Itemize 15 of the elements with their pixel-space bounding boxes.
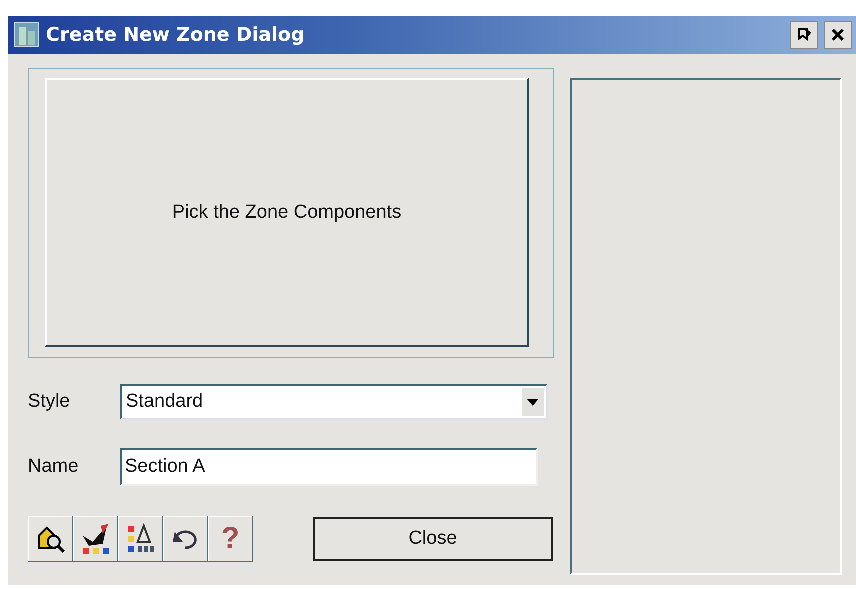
style-dropdown[interactable]: Standard xyxy=(120,384,548,420)
field-label: Style xyxy=(28,391,72,413)
pin-icon[interactable] xyxy=(790,21,818,49)
palette-icon[interactable] xyxy=(118,516,163,562)
pick-button[interactable]: Pick the Zone Components xyxy=(45,78,529,347)
name-field[interactable]: Section A xyxy=(120,448,538,486)
field-label: Name xyxy=(28,456,80,478)
building-icon xyxy=(14,22,40,48)
close-button[interactable]: Close xyxy=(313,517,553,561)
paintbrush-icon[interactable] xyxy=(73,516,118,562)
window-title: Create New Zone Dialog xyxy=(46,24,305,46)
close-icon[interactable] xyxy=(824,21,852,49)
help-icon[interactable]: ? xyxy=(208,516,253,562)
undo-icon[interactable] xyxy=(163,516,208,562)
zoom-icon[interactable] xyxy=(28,516,73,562)
